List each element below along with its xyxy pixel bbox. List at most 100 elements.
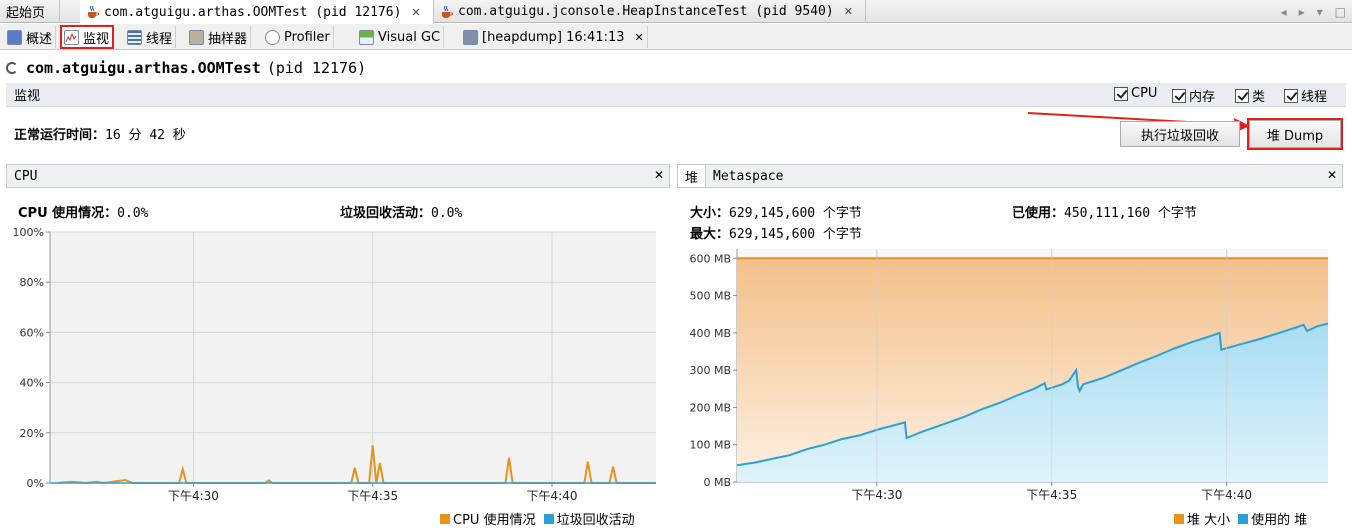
tab-label: 堆: [685, 170, 699, 186]
process-pid: (pid 12176): [266, 59, 367, 77]
heap-size-stat: 大小：629,145,600 个字节: [690, 202, 862, 221]
y-tick-label: 200 MB: [689, 401, 731, 414]
checkbox-threads[interactable]: 线程: [1284, 86, 1327, 105]
view-tab-bar: 概述 监视 线程 抽样器 Profiler Visual GC [heapdum…: [0, 24, 1352, 50]
x-tick-label: 下午4:40: [527, 489, 578, 503]
window-menu-icon[interactable]: ▾: [1317, 5, 1323, 19]
profiler-icon: [265, 29, 280, 45]
tab-label: com.atguigu.jconsole.HeapInstanceTest (p…: [458, 4, 834, 19]
scroll-left-icon[interactable]: ◂: [1281, 5, 1287, 19]
scroll-right-icon[interactable]: ▸: [1299, 5, 1305, 19]
monitor-label: 监视: [14, 89, 41, 104]
java-cup-icon: [86, 5, 99, 19]
legend-label: 垃圾回收活动: [556, 513, 635, 528]
close-icon[interactable]: ✕: [411, 6, 420, 19]
close-icon[interactable]: ✕: [844, 5, 853, 18]
y-tick-label: 300 MB: [689, 364, 731, 377]
close-icon[interactable]: ✕: [654, 168, 664, 182]
tab-label: [heapdump] 16:41:13: [482, 29, 625, 45]
document-tab-bar: 起始页 com.atguigu.arthas.OOMTest (pid 1217…: [0, 0, 1352, 24]
tab-heapinstancetest[interactable]: com.atguigu.jconsole.HeapInstanceTest (p…: [434, 0, 866, 23]
y-tick-label: 20%: [20, 427, 44, 440]
y-tick-label: 400 MB: [689, 327, 731, 340]
tab-label: Visual GC: [378, 29, 441, 45]
stat-value: 0.0%: [117, 206, 149, 221]
tab-label: 概述: [26, 31, 53, 47]
heap-legend: 堆 大小 使用的 堆: [1174, 509, 1307, 528]
stat-label: 最大：: [690, 227, 730, 242]
checkbox-checked-icon: [1172, 88, 1186, 103]
tab-threads[interactable]: 线程: [124, 26, 177, 48]
x-tick-label: 下午4:35: [347, 489, 398, 503]
stat-label: 已使用：: [1012, 206, 1065, 221]
heap-max-stat: 最大：629,145,600 个字节: [690, 223, 862, 242]
uptime-value: 16 分 42 秒: [105, 128, 186, 143]
tab-label: 线程: [146, 31, 173, 47]
heap-used-stat: 已使用：450,111,160 个字节: [1012, 202, 1197, 221]
tab-heap[interactable]: 堆: [678, 165, 707, 187]
tab-oomtest[interactable]: com.atguigu.arthas.OOMTest (pid 12176) ✕: [80, 0, 434, 24]
visualgc-icon: [359, 29, 374, 45]
tab-label: 抽样器: [208, 31, 248, 47]
y-tick-label: 80%: [20, 276, 44, 289]
legend-swatch-used-heap: [1238, 513, 1249, 524]
tab-start-page[interactable]: 起始页: [0, 0, 60, 23]
tab-visual-gc[interactable]: Visual GC: [356, 26, 445, 48]
legend-swatch-cpu: [440, 513, 450, 524]
cpu-usage-stat: CPU 使用情况：0.0%: [18, 202, 148, 221]
close-icon[interactable]: ✕: [635, 31, 644, 44]
gc-activity-stat: 垃圾回收活动：0.0%: [340, 202, 462, 221]
uptime: 正常运行时间：16 分 42 秒: [14, 124, 186, 143]
checkbox-checked-icon: [1235, 88, 1249, 103]
monitor-header: 监视 CPU 内存 类 线程: [6, 83, 1346, 107]
cpu-chart: 0% 20% 40% 60% 80% 100% 下午4:30 下午4:35 下午4:40: [13, 226, 656, 503]
stat-value: 629,145,600 个字节: [729, 227, 862, 242]
tab-overview[interactable]: 概述: [4, 26, 57, 48]
tab-sampler[interactable]: 抽样器: [186, 26, 252, 48]
overview-icon: [7, 29, 22, 45]
x-tick-label: 下午4:40: [1201, 488, 1252, 502]
page-title: com.atguigu.arthas.OOMTest (pid 12176): [6, 59, 366, 77]
heap-chart: 0 MB 100 MB 200 MB 300 MB 400 MB 500 MB 600 MB…: [689, 249, 1329, 502]
process-name: com.atguigu.arthas.OOMTest: [26, 59, 261, 77]
legend-swatch-heap-size: [1174, 513, 1184, 524]
y-tick-label: 40%: [20, 377, 44, 390]
maximize-icon[interactable]: □: [1335, 5, 1346, 19]
checkbox-label: 类: [1252, 90, 1266, 105]
y-tick-label: 60%: [20, 326, 44, 339]
tab-metaspace[interactable]: Metaspace: [706, 165, 790, 187]
plot-area: [50, 232, 656, 483]
heap-dump-button[interactable]: 堆 Dump: [1247, 118, 1343, 150]
legend-label: CPU 使用情况: [453, 513, 536, 528]
tab-label: 起始页: [6, 6, 46, 21]
tab-heapdump[interactable]: [heapdump] 16:41:13 ✕: [460, 26, 648, 48]
checkbox-label: CPU: [1131, 86, 1158, 101]
legend-swatch-gc: [543, 513, 554, 524]
stat-label: 垃圾回收活动：: [340, 206, 432, 221]
heap-panel-header: 堆 Metaspace ✕: [677, 164, 1343, 188]
threads-icon: [127, 29, 142, 45]
x-tick-label: 下午4:30: [851, 488, 902, 502]
loading-icon: [6, 62, 18, 74]
checkbox-label: 内存: [1189, 90, 1216, 105]
uptime-label: 正常运行时间：: [14, 128, 106, 143]
checkbox-label: 线程: [1301, 90, 1328, 105]
tab-label: Metaspace: [713, 168, 784, 184]
sampler-icon: [189, 29, 204, 45]
checkbox-checked-icon: [1114, 86, 1128, 101]
legend-label: 使用的 堆: [1251, 513, 1308, 528]
monitor-icon: [64, 29, 79, 45]
y-tick-label: 0%: [27, 477, 44, 490]
checkbox-memory[interactable]: 内存: [1172, 86, 1215, 105]
tab-monitor[interactable]: 监视: [59, 25, 115, 49]
close-icon[interactable]: ✕: [1327, 168, 1337, 182]
perform-gc-button[interactable]: 执行垃圾回收: [1120, 121, 1240, 147]
checkbox-cpu[interactable]: CPU: [1114, 86, 1157, 101]
checkbox-checked-icon: [1284, 88, 1298, 103]
checkbox-classes[interactable]: 类: [1235, 86, 1265, 105]
cpu-legend: CPU 使用情况 垃圾回收活动: [440, 509, 635, 528]
cpu-panel-header: CPU ✕: [6, 164, 670, 188]
tab-label: Profiler: [284, 29, 330, 45]
tab-profiler[interactable]: Profiler: [262, 26, 334, 48]
java-cup-icon: [440, 5, 453, 19]
